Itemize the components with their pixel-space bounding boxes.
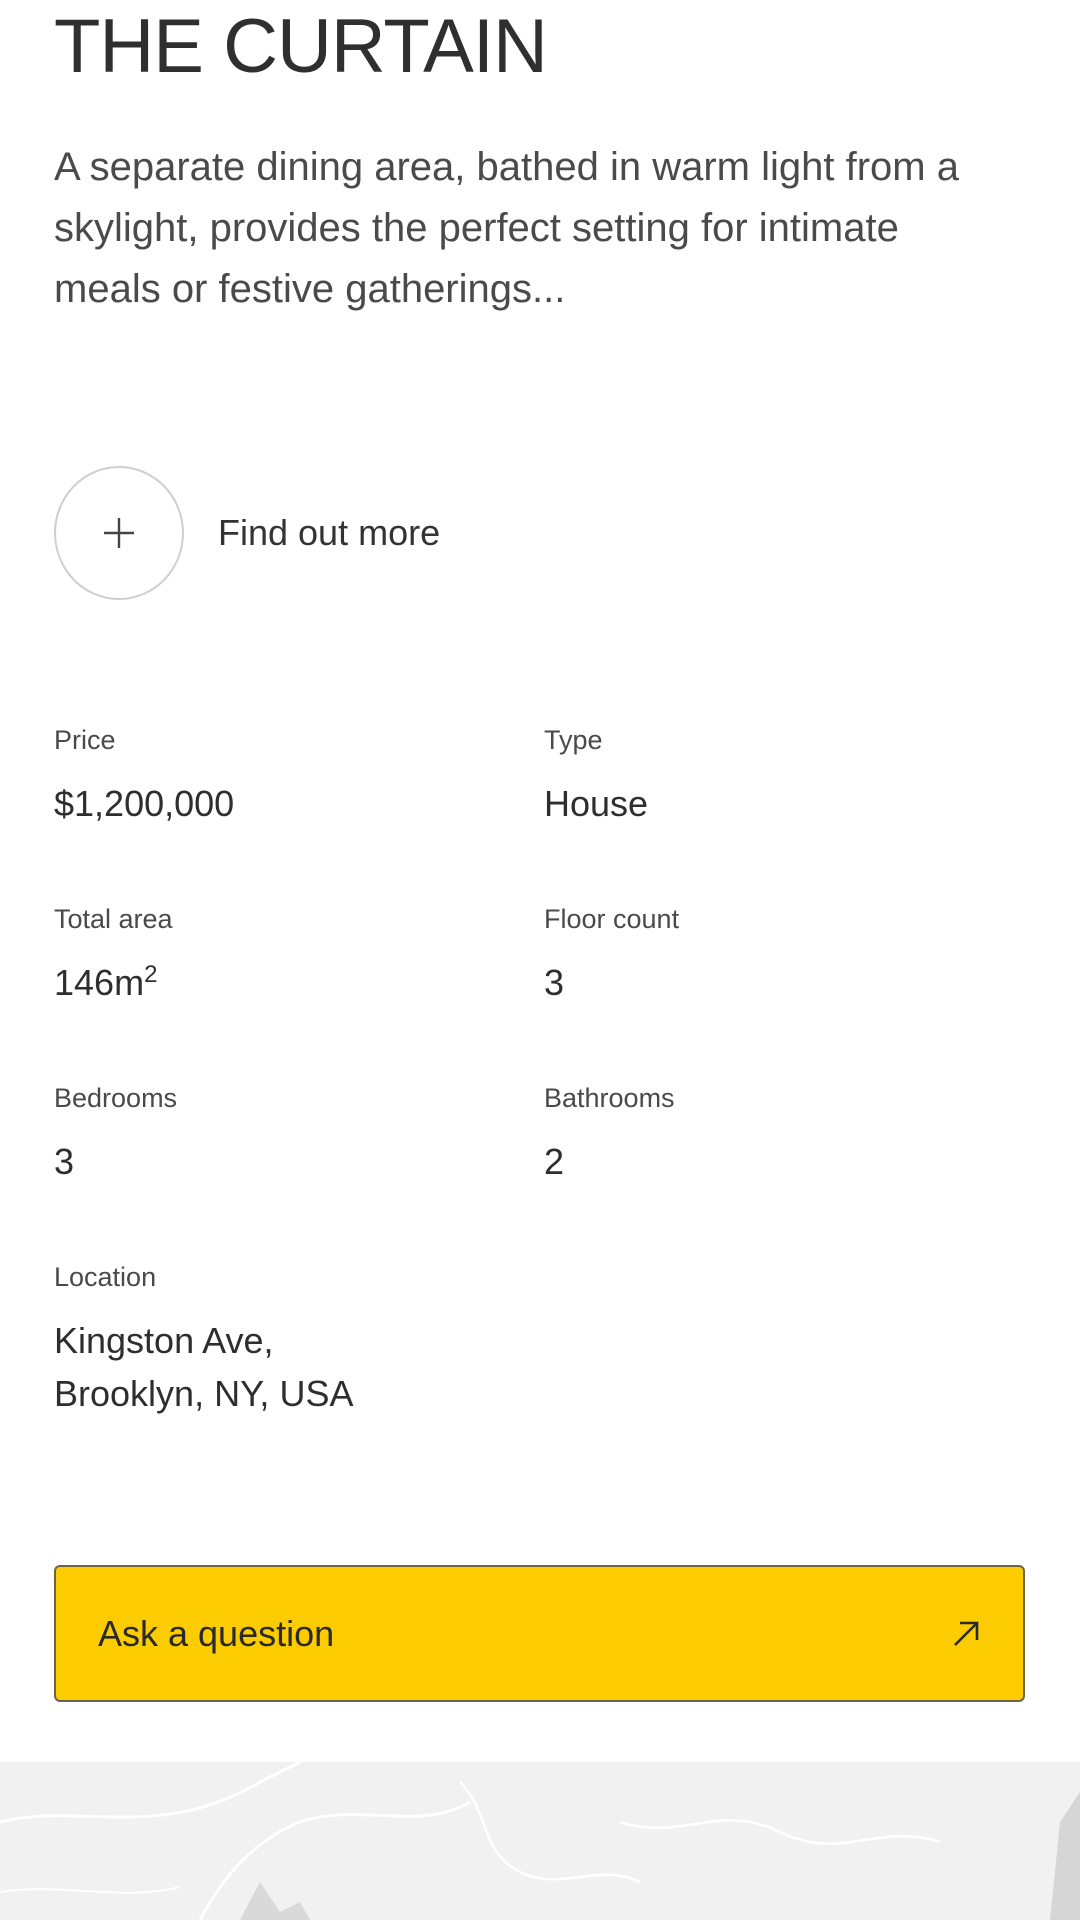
spec-bathrooms: Bathrooms 2 [544, 1081, 675, 1184]
property-description: A separate dining area, bathed in warm l… [54, 145, 959, 311]
spec-total-area: Total area 146m2 [54, 902, 173, 1005]
spec-total-area-unit-sup: 2 [144, 961, 158, 988]
plus-circle[interactable] [54, 466, 184, 600]
spec-floor-count: Floor count 3 [544, 902, 679, 1005]
spec-location-value: Kingston Ave, Brooklyn, NY, USA [54, 1314, 353, 1420]
spec-price: Price $1,200,000 [54, 723, 234, 826]
spec-floor-count-label: Floor count [544, 904, 680, 934]
spec-location: Location Kingston Ave, Brooklyn, NY, USA [54, 1260, 353, 1420]
spec-type-label: Type [544, 725, 603, 755]
plus-icon [104, 518, 134, 548]
ask-a-question-label: Ask a question [98, 1612, 335, 1654]
find-out-more-button[interactable]: Find out more [54, 466, 440, 600]
arrow-up-right-icon [954, 1621, 979, 1646]
property-title: THE CURTAIN [54, 4, 548, 89]
spec-total-area-number: 146m [54, 962, 145, 1003]
find-out-more-label: Find out more [218, 512, 441, 553]
spec-bathrooms-label: Bathrooms [544, 1083, 675, 1113]
location-line-1: Kingston Ave, [54, 1320, 274, 1361]
map-preview[interactable] [0, 1762, 1080, 1920]
location-line-2: Brooklyn, NY, USA [54, 1373, 354, 1414]
spec-floor-count-value: 3 [544, 962, 565, 1003]
spec-bedrooms: Bedrooms 3 [54, 1081, 177, 1184]
spec-location-label: Location [54, 1262, 157, 1292]
spec-price-label: Price [54, 725, 116, 755]
spec-bedrooms-label: Bedrooms [54, 1083, 178, 1113]
spec-total-area-value: 146m2 [54, 961, 173, 1005]
spec-total-area-label: Total area [54, 904, 173, 934]
map-graphic [0, 1762, 1080, 1920]
property-detail-page: THE CURTAIN A separate dining area, bath… [0, 0, 1080, 1920]
ask-a-question-button[interactable]: Ask a question [54, 1565, 1025, 1702]
spec-bathrooms-value: 2 [544, 1141, 565, 1182]
spec-price-value: $1,200,000 [54, 783, 235, 824]
spec-bedrooms-value: 3 [54, 1141, 75, 1182]
spec-type-value: House [544, 783, 649, 824]
spec-type: Type House [544, 723, 648, 826]
